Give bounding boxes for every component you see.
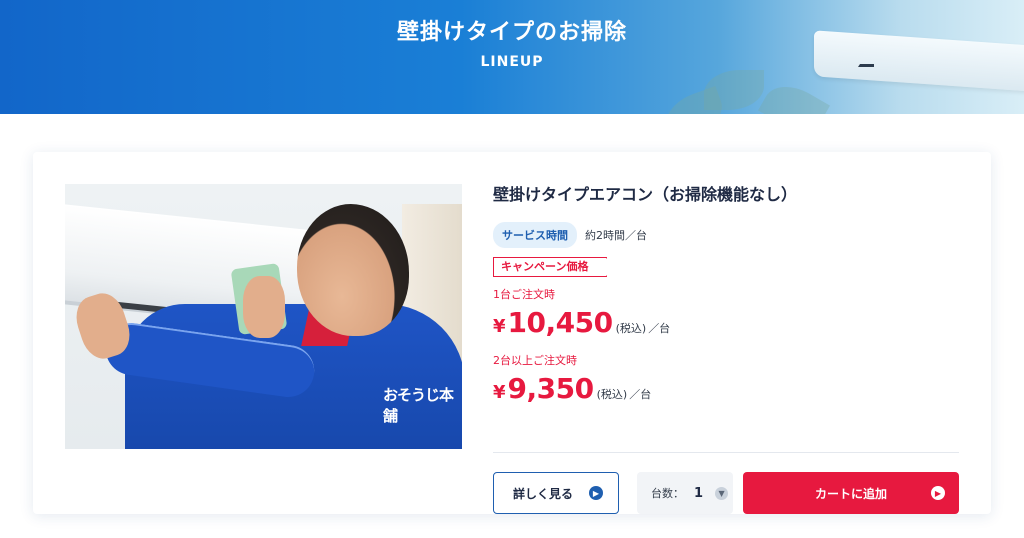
price-value: 10,450: [507, 306, 614, 339]
price-tax-note: (税込): [596, 388, 628, 401]
product-photo: おそうじ本舗: [65, 184, 462, 449]
price-row: ¥ 9,350 (税込) ／台: [493, 372, 651, 405]
service-time-badge: サービス時間: [493, 222, 577, 248]
photo-hand: [243, 276, 285, 338]
tier-note: 2台以上ご注文時: [493, 354, 577, 367]
price-currency: ¥: [493, 382, 506, 403]
photo-brand-text: おそうじ本舗: [383, 386, 454, 425]
price-value: 9,350: [507, 372, 595, 405]
quantity-label: 台数：: [651, 487, 684, 500]
detail-button-label: 詳しく見る: [512, 486, 573, 501]
add-to-cart-label: カートに追加: [814, 486, 887, 501]
chevron-down-icon[interactable]: ▼: [715, 486, 729, 500]
detail-button[interactable]: 詳しく見る ▶: [493, 472, 619, 514]
divider: [493, 452, 959, 453]
leaf-illustration: [758, 75, 830, 114]
product-card: おそうじ本舗 壁掛けタイプエアコン（お掃除機能なし） サービス時間 約2時間／台…: [33, 152, 991, 514]
campaign-tag: キャンペーン価格: [493, 257, 607, 277]
price-currency: ¥: [493, 316, 506, 337]
photo-worker-head: [297, 204, 409, 336]
page-subtitle: LINEUP: [480, 54, 544, 70]
chevron-right-icon: ▶: [931, 486, 945, 500]
price-unit: ／台: [629, 388, 652, 401]
add-to-cart-button[interactable]: カートに追加 ▶: [743, 472, 959, 514]
hero-banner: 壁掛けタイプのお掃除 LINEUP: [0, 0, 1024, 114]
tier-note: 1台ご注文時: [493, 288, 555, 301]
product-info: 壁掛けタイプエアコン（お掃除機能なし） サービス時間 約2時間／台 キャンペーン…: [493, 184, 959, 514]
quantity-value: 1: [694, 485, 704, 501]
service-time-value: 約2時間／台: [585, 229, 647, 242]
page-title: 壁掛けタイプのお掃除: [396, 20, 627, 45]
price-tax-note: (税込): [615, 322, 647, 335]
chevron-right-icon: ▶: [589, 486, 603, 500]
service-time-row: サービス時間 約2時間／台: [493, 222, 647, 248]
quantity-select[interactable]: 台数： 1 ▼: [637, 472, 733, 514]
price-row: ¥ 10,450 (税込) ／台: [493, 306, 670, 339]
price-unit: ／台: [648, 322, 671, 335]
product-title: 壁掛けタイプエアコン（お掃除機能なし）: [493, 185, 798, 204]
